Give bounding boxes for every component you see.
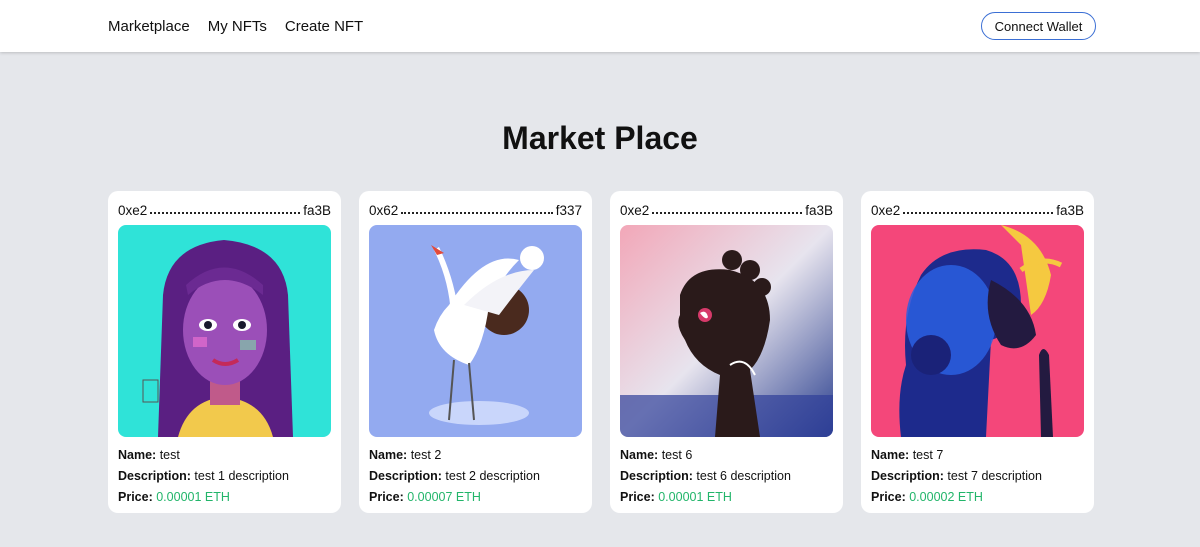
nft-card-grid: 0xe2 fa3B Name: test Description: test 1… [108,191,1094,513]
address-dots [401,206,553,214]
name-label: Name: [118,448,157,462]
nft-card[interactable]: 0xe2 fa3B Name: test 7 Description: test… [861,191,1094,513]
nft-price: 0.00001 ETH [156,490,230,504]
nft-name-row: Name: test [118,445,331,466]
top-navbar: Marketplace My NFTs Create NFT Connect W… [0,0,1200,52]
nft-price: 0.00007 ETH [407,490,481,504]
nft-description-row: Description: test 7 description [871,466,1084,487]
nft-card[interactable]: 0xe2 fa3B Name: test Description: test 1… [108,191,341,513]
address-end: fa3B [1056,202,1084,218]
nav-link-create-nft[interactable]: Create NFT [285,18,363,35]
description-label: Description: [369,469,442,483]
nft-name: test 7 [912,448,944,462]
description-label: Description: [620,469,693,483]
price-label: Price: [620,490,655,504]
nft-price: 0.00002 ETH [909,490,983,504]
nft-description-row: Description: test 1 description [118,466,331,487]
nft-image-purple-girl-portrait[interactable] [118,225,331,437]
nft-name-row: Name: test 7 [871,445,1084,466]
nft-name: test 2 [410,448,442,462]
description-label: Description: [871,469,944,483]
nft-name-row: Name: test 2 [369,445,582,466]
name-label: Name: [369,448,408,462]
nav-link-my-nfts[interactable]: My NFTs [208,18,267,35]
price-label: Price: [118,490,153,504]
nft-description-row: Description: test 2 description [369,466,582,487]
nav-link-marketplace[interactable]: Marketplace [108,18,190,35]
price-label: Price: [369,490,404,504]
nft-meta: Name: test 6 Description: test 6 descrip… [620,445,833,508]
nft-meta: Name: test 2 Description: test 2 descrip… [369,445,582,508]
address-start: 0xe2 [118,202,148,218]
price-label: Price: [871,490,906,504]
address-end: fa3B [805,202,833,218]
nft-image-blue-hair-woman-pink[interactable] [871,225,1084,437]
nft-image-profile-woman-buns[interactable] [620,225,833,437]
nft-description: test 7 description [947,469,1042,483]
nft-card[interactable]: 0xe2 fa3B Name: test 6 Description: test… [610,191,843,513]
nft-description-row: Description: test 6 description [620,466,833,487]
nft-price-row: Price: 0.00001 ETH [118,487,331,508]
description-label: Description: [118,469,191,483]
nft-price-row: Price: 0.00002 ETH [871,487,1084,508]
nft-name: test [159,448,180,462]
nft-name-row: Name: test 6 [620,445,833,466]
nft-description: test 6 description [696,469,791,483]
address-end: fa3B [303,202,331,218]
owner-address: 0x62 f337 [369,201,582,219]
name-label: Name: [620,448,659,462]
address-dots [150,206,301,214]
address-dots [652,206,803,214]
address-start: 0xe2 [620,202,650,218]
nft-description: test 1 description [194,469,289,483]
address-dots [903,206,1054,214]
owner-address: 0xe2 fa3B [118,201,331,219]
address-end: f337 [555,202,582,218]
page-title: Market Place [502,120,698,156]
nft-meta: Name: test Description: test 1 descripti… [118,445,331,508]
address-start: 0x62 [369,202,399,218]
address-start: 0xe2 [871,202,901,218]
name-label: Name: [871,448,910,462]
nft-description: test 2 description [445,469,540,483]
nft-price-row: Price: 0.00001 ETH [620,487,833,508]
nft-image-white-crane[interactable] [369,225,582,437]
connect-wallet-button[interactable]: Connect Wallet [981,12,1096,40]
nft-price: 0.00001 ETH [658,490,732,504]
nft-card[interactable]: 0x62 f337 Name: test 2 Description: test… [359,191,592,513]
owner-address: 0xe2 fa3B [871,201,1084,219]
nft-name: test 6 [661,448,693,462]
nft-meta: Name: test 7 Description: test 7 descrip… [871,445,1084,508]
nav-links: Marketplace My NFTs Create NFT [108,18,363,35]
owner-address: 0xe2 fa3B [620,201,833,219]
nft-price-row: Price: 0.00007 ETH [369,487,582,508]
